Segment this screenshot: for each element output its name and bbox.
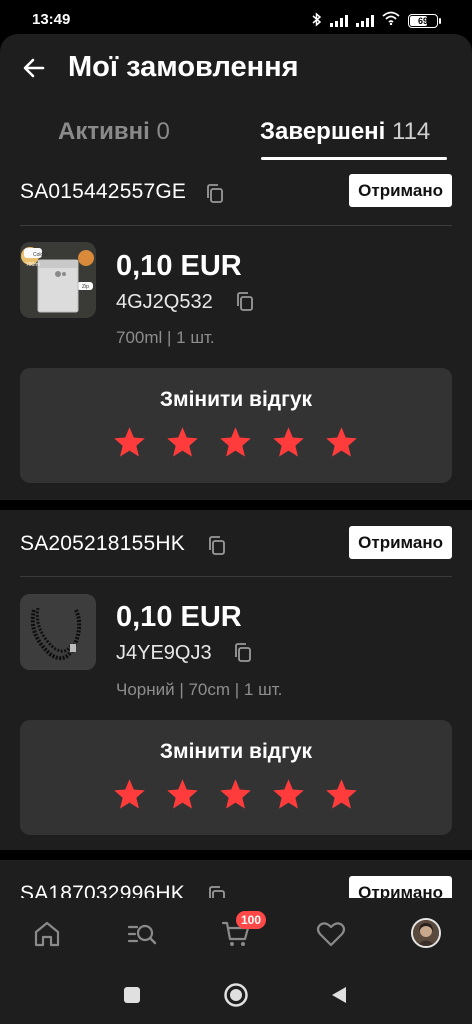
order-id[interactable]: SA015442557GE [20, 180, 186, 204]
product-image[interactable]: Colour 700ml Zip [20, 242, 96, 318]
tab-completed-orders[interactable]: Завершені 114 [260, 118, 430, 146]
signal-icon [330, 14, 348, 27]
necklace-product-image [20, 594, 96, 670]
thumb-label: 700ml [26, 262, 40, 268]
review-box[interactable]: Змінити відгук [20, 368, 452, 483]
orders-sheet: Мої замовлення Активні 0 Завершені 114 S… [0, 34, 472, 1024]
star-icon[interactable] [271, 777, 306, 812]
star-icon[interactable] [165, 425, 200, 460]
bag-product-image: Colour 700ml Zip [20, 242, 96, 318]
star-icon[interactable] [271, 425, 306, 460]
product-variant: Чорний | 70cm | 1 шт. [116, 680, 283, 699]
status-badge: Отримано [349, 174, 452, 207]
cart-badge: 100 [236, 911, 267, 929]
star-icon[interactable] [218, 777, 253, 812]
copy-icon[interactable] [208, 536, 226, 556]
thumb-label: Colour [33, 252, 48, 258]
star-icon[interactable] [218, 425, 253, 460]
product-sku: 4GJ2Q532 [116, 291, 213, 313]
card-divider [0, 850, 472, 860]
review-box[interactable]: Змінити відгук [20, 720, 452, 835]
copy-icon[interactable] [236, 292, 254, 312]
avatar[interactable] [411, 918, 441, 948]
product-price: 0,10 EUR [116, 601, 242, 633]
product-image[interactable] [20, 594, 96, 670]
rating-stars[interactable] [112, 425, 359, 460]
signal-icon [356, 14, 374, 27]
order-id[interactable]: SA205218155HK [20, 532, 185, 556]
product-price: 0,10 EUR [116, 250, 242, 282]
star-icon[interactable] [324, 777, 359, 812]
status-icons: 69 [312, 11, 441, 30]
tab-label: Завершені [260, 118, 386, 145]
battery-level: 69 [417, 15, 428, 26]
tab-count: 114 [392, 118, 431, 145]
bluetooth-icon [312, 12, 322, 29]
star-icon[interactable] [112, 425, 147, 460]
star-icon[interactable] [112, 777, 147, 812]
status-badge: Отримано [349, 526, 452, 559]
order-header: SA015442557GE Отримано [20, 174, 452, 214]
search-list-icon[interactable] [126, 918, 158, 950]
order-card: SA187032996HK Отримано [0, 860, 472, 909]
star-icon[interactable] [324, 425, 359, 460]
divider [20, 576, 452, 577]
copy-icon[interactable] [206, 184, 224, 204]
product-variant: 700ml | 1 шт. [116, 328, 215, 347]
product-sku: J4YE9QJ3 [116, 642, 212, 664]
arrow-left-icon[interactable] [20, 54, 48, 82]
tab-count: 0 [156, 118, 170, 145]
rating-stars[interactable] [112, 777, 359, 812]
home-icon[interactable] [31, 918, 63, 950]
system-nav-bar [0, 968, 472, 1024]
copy-icon[interactable] [234, 643, 252, 663]
order-card: SA205218155HK Отримано 0,10 EUR J4YE9QJ3… [0, 510, 472, 850]
thumb-label: Zip [82, 284, 89, 290]
back-triangle-icon[interactable] [329, 985, 349, 1005]
avatar-image [413, 920, 439, 946]
order-header: SA205218155HK Отримано [20, 526, 452, 566]
status-time: 13:49 [32, 11, 71, 28]
divider [20, 225, 452, 226]
page-title: Мої замовлення [68, 51, 299, 83]
tab-underline [261, 157, 447, 160]
battery-icon: 69 [408, 13, 441, 28]
heart-icon[interactable] [315, 918, 347, 950]
wifi-icon [382, 11, 400, 30]
bottom-nav: 100 [0, 898, 472, 968]
tab-active-orders[interactable]: Активні 0 [58, 118, 170, 146]
star-icon[interactable] [165, 777, 200, 812]
order-card: SA015442557GE Отримано Colour 700ml Zip … [0, 174, 472, 500]
tab-label: Активні [58, 118, 150, 145]
header: Мої замовлення [0, 34, 472, 104]
edit-review-button[interactable]: Змінити відгук [20, 388, 452, 412]
card-divider [0, 500, 472, 510]
tabs: Активні 0 Завершені 114 [0, 104, 472, 162]
edit-review-button[interactable]: Змінити відгук [20, 740, 452, 764]
home-button-icon[interactable] [223, 982, 249, 1008]
recent-apps-icon[interactable] [123, 986, 141, 1004]
